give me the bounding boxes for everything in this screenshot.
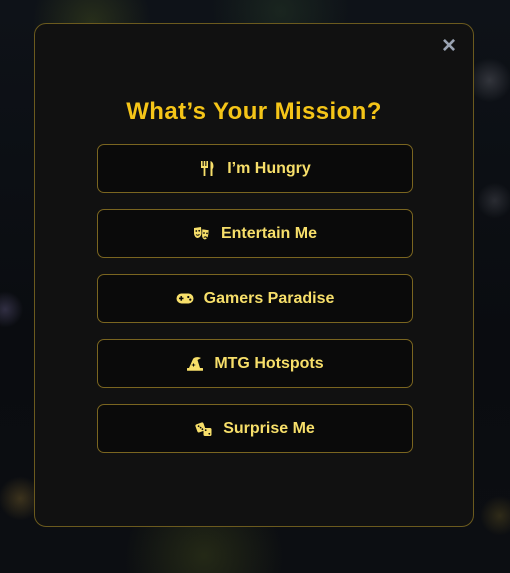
close-icon: × [441,32,456,59]
option-mtg-button[interactable]: MTG Hotspots [97,339,413,388]
close-button[interactable]: × [437,34,461,58]
gamepad-icon [176,290,194,308]
hat-wizard-icon [186,355,204,373]
option-hungry-button[interactable]: I’m Hungry [97,144,413,193]
option-label: Gamers Paradise [203,289,335,307]
option-entertain-button[interactable]: Entertain Me [97,209,413,258]
theater-masks-icon [193,225,211,243]
utensils-icon [199,160,217,178]
dice-icon [195,420,213,438]
modal-title: What’s Your Mission? [126,98,382,125]
option-gamers-button[interactable]: Gamers Paradise [97,274,413,323]
mission-modal: × What’s Your Mission? I’m Hungry Entert… [34,23,474,527]
option-surprise-button[interactable]: Surprise Me [97,404,413,453]
option-label: MTG Hotspots [214,354,324,372]
option-label: Entertain Me [220,224,317,242]
option-label: I’m Hungry [227,159,311,177]
option-label: Surprise Me [223,419,315,437]
mission-options: I’m Hungry Entertain Me Gamers Paradise … [97,144,413,469]
